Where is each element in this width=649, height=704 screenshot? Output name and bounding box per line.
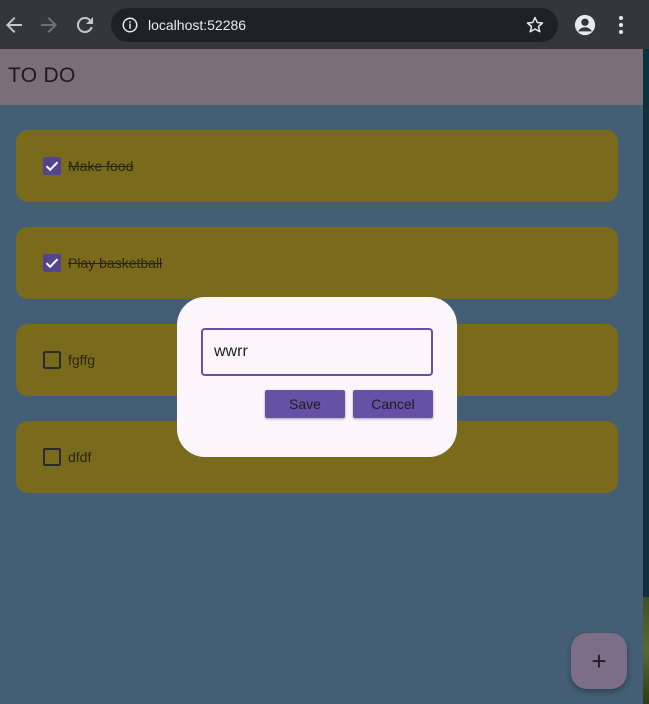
page-title: TO DO [8,64,76,87]
profile-icon[interactable] [574,14,596,36]
back-icon[interactable] [2,13,26,37]
url-text[interactable]: localhost:52286 [148,17,246,33]
reload-icon[interactable] [73,13,97,37]
background-window-image [643,597,649,704]
app-bar: TO DO [0,49,643,105]
more-vert-icon[interactable] [612,14,630,36]
forward-icon[interactable] [37,13,61,37]
add-todo-button[interactable]: + [571,633,627,689]
browser-toolbar: localhost:52286 [0,0,649,49]
cancel-button[interactable]: Cancel [353,390,433,418]
todo-text-input[interactable] [201,328,433,376]
address-bar[interactable]: localhost:52286 [111,8,558,42]
add-icon: + [591,646,607,676]
edit-dialog: Save Cancel [177,297,457,457]
save-button[interactable]: Save [265,390,345,418]
info-icon[interactable] [121,16,139,34]
star-icon[interactable] [525,15,545,35]
